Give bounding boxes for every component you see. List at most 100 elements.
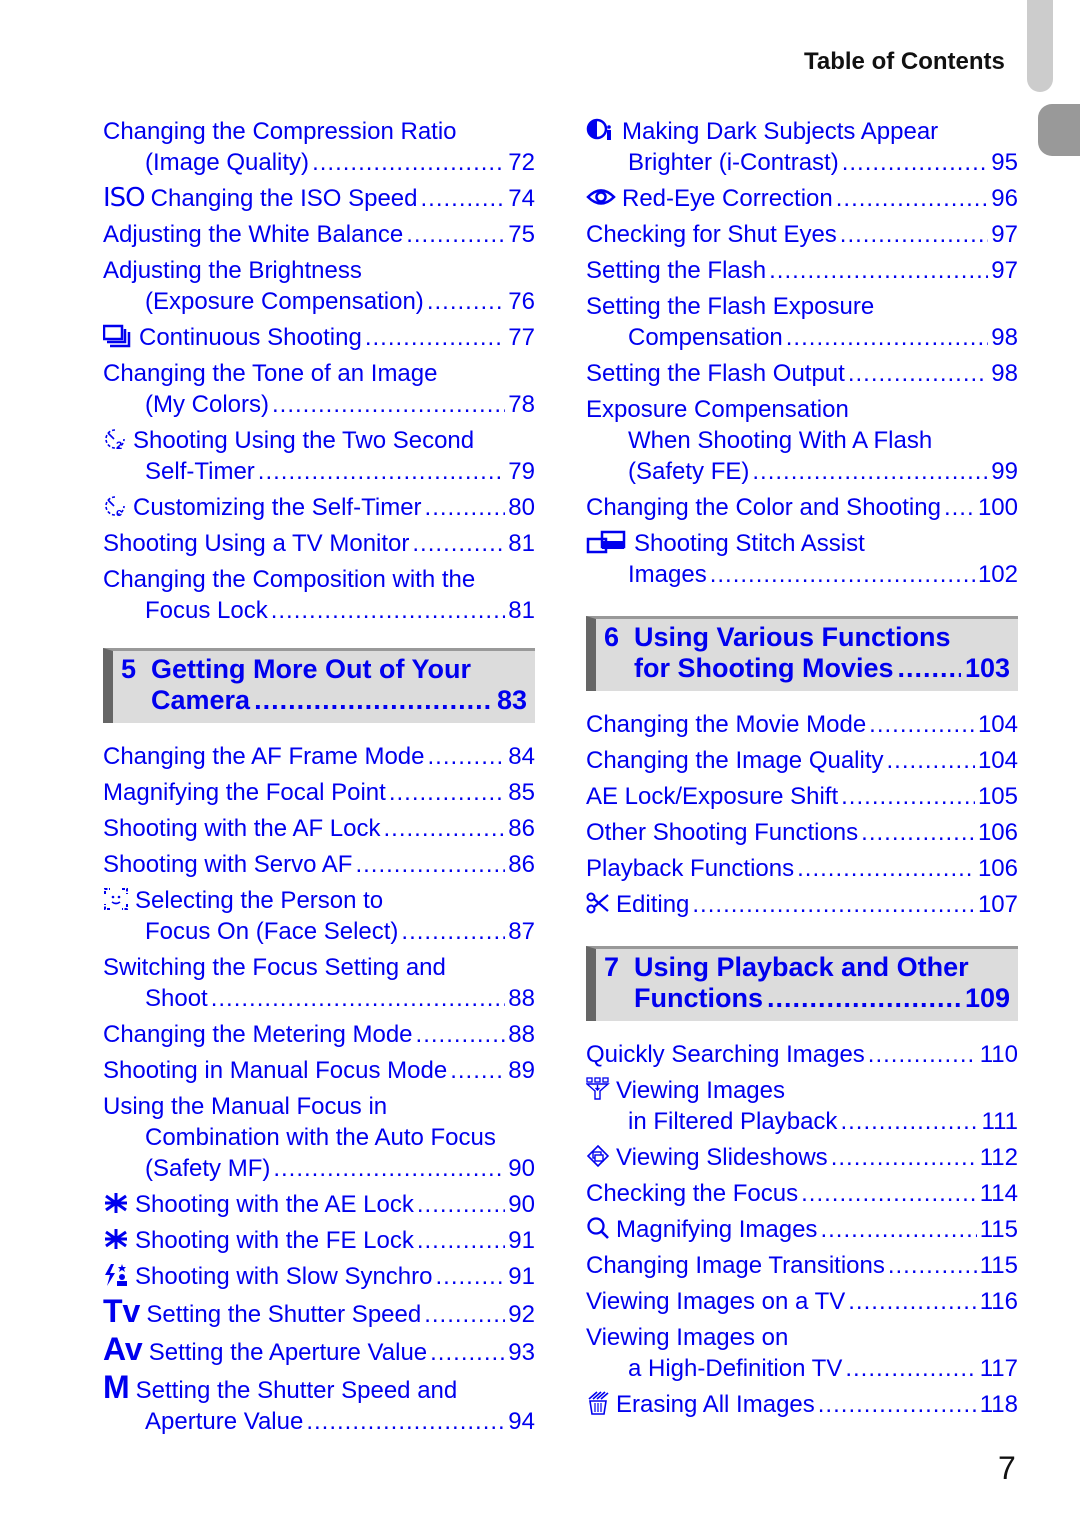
page-ref[interactable]: 94 — [508, 1406, 535, 1437]
page-ref[interactable]: 86 — [508, 849, 535, 880]
toc-entry[interactable]: Viewing Images on a TV 116 — [586, 1286, 1018, 1317]
toc-entry[interactable]: Changing the AF Frame Mode 84 — [103, 741, 535, 772]
page-ref[interactable]: 98 — [991, 322, 1018, 353]
page-ref[interactable]: 117 — [980, 1353, 1018, 1384]
toc-entry[interactable]: Setting the Flash Exposure Compensation 9… — [586, 291, 1018, 353]
toc-entry[interactable]: Shooting Using a TV Monitor 81 — [103, 528, 535, 559]
toc-entry[interactable]: Shooting in Manual Focus Mode 89 — [103, 1055, 535, 1086]
toc-entry[interactable]: Shooting with the AE Lock 90 — [103, 1189, 535, 1220]
page-ref[interactable]: 88 — [508, 1019, 535, 1050]
toc-entry[interactable]: Erasing All Images 118 — [586, 1389, 1018, 1420]
page-ref[interactable]: 105 — [978, 781, 1018, 812]
toc-entry[interactable]: Exposure Compensation When Shooting With… — [586, 394, 1018, 487]
page-ref[interactable]: 74 — [508, 183, 535, 214]
toc-entry[interactable]: Checking the Focus 114 — [586, 1178, 1018, 1209]
page-ref[interactable]: 95 — [991, 147, 1018, 178]
toc-entry[interactable]: Using the Manual Focus in Combination wi… — [103, 1091, 535, 1184]
toc-entry[interactable]: Changing the Color and Shooting 100 — [586, 492, 1018, 523]
toc-entry[interactable]: Red-Eye Correction 96 — [586, 183, 1018, 214]
toc-entry[interactable]: Shooting with the AF Lock 86 — [103, 813, 535, 844]
toc-entry[interactable]: Switching the Focus Setting and Shoot 88 — [103, 952, 535, 1014]
toc-entry[interactable]: AE Lock/Exposure Shift 105 — [586, 781, 1018, 812]
chapter-heading-5[interactable]: 5 Getting More Out of Your Camera 83 — [103, 648, 535, 723]
toc-entry[interactable]: Quickly Searching Images 110 — [586, 1039, 1018, 1070]
page-ref[interactable]: 116 — [980, 1286, 1018, 1317]
toc-entry[interactable]: AvSetting the Aperture Value 93 — [103, 1333, 535, 1368]
page-ref[interactable]: 88 — [508, 983, 535, 1014]
page-ref[interactable]: 111 — [982, 1106, 1018, 1137]
page-ref[interactable]: 115 — [980, 1250, 1018, 1281]
page-ref[interactable]: 91 — [508, 1225, 535, 1256]
toc-entry[interactable]: Continuous Shooting 77 — [103, 322, 535, 353]
toc-entry[interactable]: Changing the Composition with the Focus … — [103, 564, 535, 626]
page-ref[interactable]: 97 — [991, 255, 1018, 286]
page-ref[interactable]: 81 — [508, 595, 535, 626]
page-ref[interactable]: 86 — [508, 813, 535, 844]
page-ref[interactable]: 78 — [508, 389, 535, 420]
page-ref[interactable]: 72 — [508, 147, 535, 178]
page-ref[interactable]: 104 — [978, 745, 1018, 776]
page-ref[interactable]: 103 — [965, 653, 1010, 684]
toc-entry[interactable]: Adjusting the White Balance 75 — [103, 219, 535, 250]
toc-entry[interactable]: Shooting with Slow Synchro 91 — [103, 1261, 535, 1292]
toc-entry[interactable]: Magnifying the Focal Point 85 — [103, 777, 535, 808]
page-ref[interactable]: 93 — [508, 1337, 535, 1368]
page-ref[interactable]: 89 — [508, 1055, 535, 1086]
toc-entry[interactable]: Changing the Image Quality 104 — [586, 745, 1018, 776]
page-ref[interactable]: 90 — [508, 1189, 535, 1220]
page-ref[interactable]: 109 — [965, 983, 1010, 1014]
page-ref[interactable]: 118 — [980, 1389, 1018, 1420]
toc-entry[interactable]: Magnifying Images 115 — [586, 1214, 1018, 1245]
toc-entry[interactable]: ISOChanging the ISO Speed 74 — [103, 183, 535, 214]
page-ref[interactable]: 84 — [508, 741, 535, 772]
page-ref[interactable]: 96 — [991, 183, 1018, 214]
page-ref[interactable]: 104 — [978, 709, 1018, 740]
page-ref[interactable]: 106 — [978, 853, 1018, 884]
toc-entry[interactable]: TvSetting the Shutter Speed 92 — [103, 1295, 535, 1330]
page-ref[interactable]: 76 — [508, 286, 535, 317]
toc-entry[interactable]: Shooting Stitch Assist Images 102 — [586, 528, 1018, 590]
page-ref[interactable]: 115 — [980, 1214, 1018, 1245]
toc-entry[interactable]: Shooting with Servo AF 86 — [103, 849, 535, 880]
toc-entry[interactable]: Other Shooting Functions 106 — [586, 817, 1018, 848]
toc-entry[interactable]: Changing the Metering Mode 88 — [103, 1019, 535, 1050]
page-ref[interactable]: 87 — [508, 916, 535, 947]
toc-entry[interactable]: Viewing Slideshows 112 — [586, 1142, 1018, 1173]
toc-entry[interactable]: Adjusting the Brightness (Exposure Compe… — [103, 255, 535, 317]
toc-entry[interactable]: Shooting with the FE Lock 91 — [103, 1225, 535, 1256]
toc-entry[interactable]: Playback Functions 106 — [586, 853, 1018, 884]
page-ref[interactable]: 77 — [508, 322, 535, 353]
page-ref[interactable]: 107 — [978, 889, 1018, 920]
toc-entry[interactable]: Changing the Tone of an Image (My Colors… — [103, 358, 535, 420]
page-ref[interactable]: 90 — [508, 1153, 535, 1184]
toc-entry[interactable]: Changing Image Transitions 115 — [586, 1250, 1018, 1281]
page-ref[interactable]: 83 — [497, 685, 527, 716]
page-ref[interactable]: 80 — [508, 492, 535, 523]
page-ref[interactable]: 102 — [978, 559, 1018, 590]
toc-entry[interactable]: Selecting the Person to Focus On (Face S… — [103, 885, 535, 947]
page-ref[interactable]: 114 — [980, 1178, 1018, 1209]
page-ref[interactable]: 97 — [991, 219, 1018, 250]
page-ref[interactable]: 85 — [508, 777, 535, 808]
toc-entry[interactable]: Viewing Images in Filtered Playback 111 — [586, 1075, 1018, 1137]
chapter-heading-7[interactable]: 7 Using Playback and Other Functions 109 — [586, 946, 1018, 1021]
toc-entry[interactable]: 2 Shooting Using the Two Second Self-Time… — [103, 425, 535, 487]
toc-entry[interactable]: Changing the Compression Ratio (Image Qu… — [103, 116, 535, 178]
page-ref[interactable]: 92 — [508, 1299, 535, 1330]
toc-entry[interactable]: Setting the Flash Output 98 — [586, 358, 1018, 389]
page-ref[interactable]: 79 — [508, 456, 535, 487]
toc-entry[interactable]: Setting the Flash 97 — [586, 255, 1018, 286]
page-ref[interactable]: 81 — [508, 528, 535, 559]
page-ref[interactable]: 99 — [991, 456, 1018, 487]
toc-entry[interactable]: Making Dark Subjects Appear Brighter (i-… — [586, 116, 1018, 178]
page-ref[interactable]: 110 — [980, 1039, 1018, 1070]
toc-entry[interactable]: Checking for Shut Eyes 97 — [586, 219, 1018, 250]
page-ref[interactable]: 91 — [508, 1261, 535, 1292]
page-ref[interactable]: 112 — [980, 1142, 1018, 1173]
page-ref[interactable]: 100 — [978, 492, 1018, 523]
page-ref[interactable]: 98 — [991, 358, 1018, 389]
page-ref[interactable]: 106 — [978, 817, 1018, 848]
toc-entry[interactable]: Viewing Images on a High-Definition TV 11… — [586, 1322, 1018, 1384]
toc-entry[interactable]: M Setting the Shutter Speed and Aperture … — [103, 1371, 535, 1437]
page-ref[interactable]: 75 — [508, 219, 535, 250]
